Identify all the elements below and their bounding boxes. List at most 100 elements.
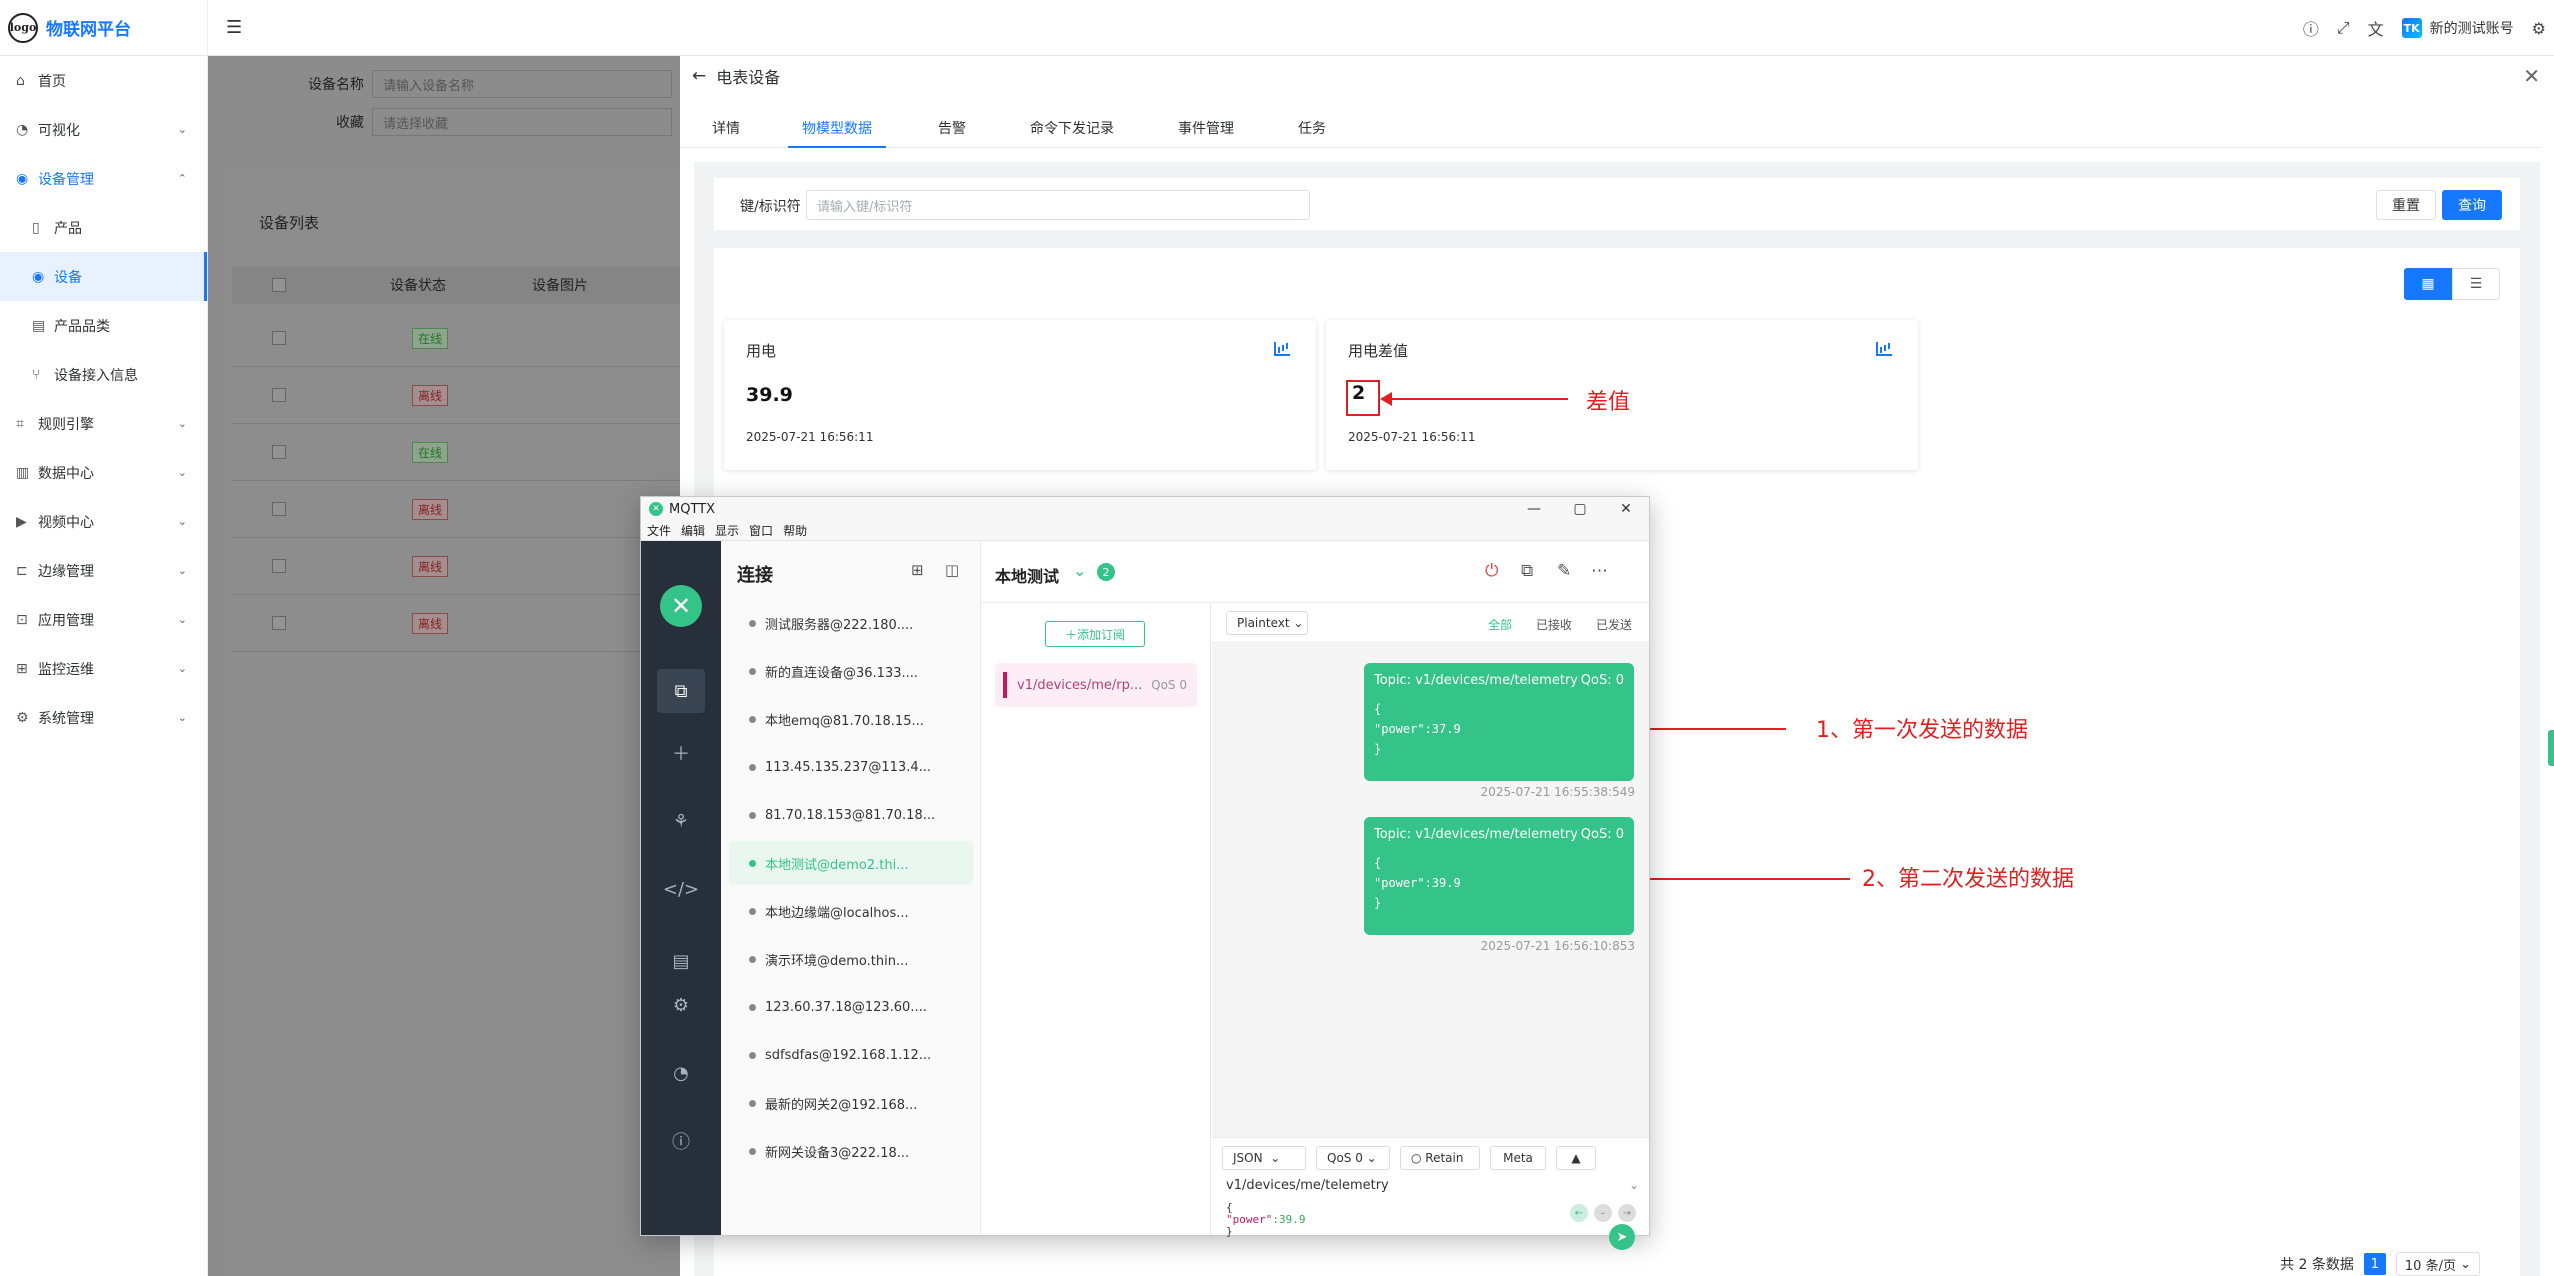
- expand-caret-icon[interactable]: ▲: [1556, 1146, 1596, 1170]
- sidebar-item-data-center[interactable]: ▥ 数据中心 ⌄: [0, 448, 207, 497]
- script-code-icon[interactable]: </>: [663, 873, 699, 905]
- list-view-icon[interactable]: ☰: [2452, 268, 2500, 300]
- device-name-input[interactable]: 请输入设备名称: [372, 70, 672, 98]
- grid-view-icon[interactable]: ▦: [2404, 268, 2452, 300]
- back-arrow-icon[interactable]: ←: [692, 66, 706, 86]
- sidebar-item-product-category[interactable]: ▤ 产品品类: [0, 301, 207, 350]
- more-icon[interactable]: ⋯: [1591, 561, 1608, 581]
- tab-thing-model-data[interactable]: 物模型数据: [788, 114, 886, 148]
- connection-item[interactable]: 本地emq@81.70.18.15...: [729, 697, 973, 741]
- table-row[interactable]: 离线: [232, 538, 682, 595]
- table-row[interactable]: 离线: [232, 367, 682, 424]
- subscription-feed-icon[interactable]: ◔: [665, 1057, 697, 1089]
- payload-format-select[interactable]: Plaintext ⌄: [1226, 611, 1308, 635]
- sidebar-item-video-center[interactable]: ▶ 视频中心 ⌄: [0, 497, 207, 546]
- menu-collapse-icon[interactable]: ☰: [226, 17, 242, 38]
- sidebar-item-device-management[interactable]: ◉ 设备管理 ⌃: [0, 154, 207, 203]
- sidebar-item-system[interactable]: ⚙ 系统管理 ⌄: [0, 693, 207, 742]
- chart-icon[interactable]: [1274, 342, 1290, 356]
- table-row[interactable]: 离线: [232, 595, 682, 652]
- meta-button[interactable]: Meta: [1490, 1146, 1546, 1170]
- connection-item[interactable]: sdfsdfas@192.168.1.12...: [729, 1033, 973, 1077]
- chart-icon[interactable]: [1876, 342, 1892, 356]
- fullscreen-icon[interactable]: ⤢: [2337, 18, 2350, 38]
- disconnect-power-icon[interactable]: ⏻: [1485, 561, 1498, 581]
- edit-icon[interactable]: ✎: [1557, 561, 1571, 581]
- sidebar-item-monitoring[interactable]: ⊞ 监控运维 ⌄: [0, 644, 207, 693]
- add-subscription-button[interactable]: ＋ 添加订阅: [1045, 621, 1145, 647]
- menu-help[interactable]: 帮助: [783, 522, 807, 539]
- translate-icon[interactable]: 文: [2368, 16, 2384, 40]
- maximize-icon[interactable]: ▢: [1557, 497, 1603, 521]
- new-connection-plus-icon[interactable]: ＋: [665, 737, 697, 769]
- right-edge-tab[interactable]: [2548, 730, 2554, 766]
- connection-item[interactable]: 本地边缘端@localhos...: [729, 889, 973, 933]
- sidebar-item-home[interactable]: ⌂ 首页: [0, 56, 207, 105]
- filter-received[interactable]: 已接收: [1536, 616, 1572, 633]
- tab-alarms[interactable]: 告警: [938, 114, 966, 148]
- sidebar-item-edge-management[interactable]: ⊏ 边缘管理 ⌄: [0, 546, 207, 595]
- connection-item[interactable]: 123.60.37.18@123.60....: [729, 985, 973, 1029]
- compose-topic-input[interactable]: v1/devices/me/telemetry: [1226, 1178, 1389, 1193]
- row-checkbox[interactable]: [272, 331, 286, 345]
- history-forward-icon[interactable]: →: [1618, 1204, 1636, 1222]
- filter-all[interactable]: 全部: [1488, 616, 1512, 633]
- connection-item[interactable]: 新的直连设备@36.133....: [729, 649, 973, 693]
- retain-toggle[interactable]: ○ Retain: [1400, 1146, 1480, 1170]
- close-window-icon[interactable]: ✕: [1603, 497, 1649, 521]
- account-menu[interactable]: TK 新的测试账号: [2401, 18, 2514, 38]
- favorite-select[interactable]: 请选择收藏: [372, 108, 672, 136]
- history-clear-icon[interactable]: –: [1594, 1204, 1612, 1222]
- row-checkbox[interactable]: [272, 388, 286, 402]
- page-size-select[interactable]: 10 条/页 ⌄: [2395, 1252, 2480, 1276]
- tab-event-management[interactable]: 事件管理: [1178, 114, 1234, 148]
- connection-item[interactable]: 测试服务器@222.180....: [729, 601, 973, 645]
- about-info-icon[interactable]: ⓘ: [665, 1125, 697, 1157]
- row-checkbox[interactable]: [272, 445, 286, 459]
- menu-file[interactable]: 文件: [647, 522, 671, 539]
- menu-view[interactable]: 显示: [715, 522, 739, 539]
- topology-icon[interactable]: ⚘: [665, 805, 697, 837]
- tab-details[interactable]: 详情: [712, 114, 740, 148]
- subscription-item[interactable]: v1/devices/me/rp... QoS 0: [995, 663, 1197, 707]
- table-row[interactable]: 在线: [232, 310, 682, 367]
- compose-qos-select[interactable]: QoS 0 ⌄: [1316, 1146, 1390, 1170]
- key-identifier-input[interactable]: 请输入键/标识符: [806, 190, 1310, 220]
- sidebar-item-device[interactable]: ◉ 设备: [0, 252, 207, 301]
- double-chevron-down-icon[interactable]: ⌄: [1073, 561, 1086, 580]
- reset-button[interactable]: 重置: [2376, 190, 2436, 220]
- connection-item[interactable]: 新网关设备3@222.18...: [729, 1129, 973, 1173]
- minimize-icon[interactable]: —: [1511, 497, 1557, 521]
- close-icon[interactable]: ✕: [2523, 64, 2540, 88]
- log-icon[interactable]: ▤: [665, 945, 697, 977]
- connection-item-active[interactable]: 本地测试@demo2.thi...: [729, 841, 973, 885]
- sidebar-item-device-access[interactable]: ⑂ 设备接入信息: [0, 350, 207, 399]
- sidebar-item-rule-engine[interactable]: ⌗ 规则引擎 ⌄: [0, 399, 207, 448]
- sent-message-bubble[interactable]: Topic: v1/devices/me/telemetry QoS: 0 { …: [1364, 817, 1634, 935]
- select-all-checkbox[interactable]: [272, 278, 286, 292]
- sidebar-item-visualization[interactable]: ◔ 可视化 ⌄: [0, 105, 207, 154]
- topic-history-chevron-icon[interactable]: ⌄: [1629, 1178, 1639, 1192]
- compose-payload-editor[interactable]: { "power":39.9 }: [1226, 1202, 1305, 1238]
- help-icon[interactable]: ⓘ: [2303, 16, 2319, 40]
- row-checkbox[interactable]: [272, 616, 286, 630]
- menu-window[interactable]: 窗口: [749, 522, 773, 539]
- sidebar-item-app-management[interactable]: ⊡ 应用管理 ⌄: [0, 595, 207, 644]
- new-folder-icon[interactable]: ⊞: [911, 561, 924, 579]
- compose-format-select[interactable]: JSON ⌄: [1222, 1146, 1306, 1170]
- table-row[interactable]: 离线: [232, 481, 682, 538]
- filter-sent[interactable]: 已发送: [1596, 616, 1632, 633]
- menu-edit[interactable]: 编辑: [681, 522, 705, 539]
- sidebar-item-product[interactable]: ▯ 产品: [0, 203, 207, 252]
- settings-gear-icon[interactable]: ⚙: [2532, 19, 2546, 38]
- table-row[interactable]: 在线: [232, 424, 682, 481]
- send-message-icon[interactable]: ➤: [1609, 1224, 1635, 1250]
- row-checkbox[interactable]: [272, 502, 286, 516]
- sent-message-bubble[interactable]: Topic: v1/devices/me/telemetry QoS: 0 { …: [1364, 663, 1634, 781]
- toggle-panel-icon[interactable]: ◫: [945, 561, 959, 579]
- page-1-button[interactable]: 1: [2363, 1253, 2386, 1275]
- history-back-icon[interactable]: ←: [1570, 1204, 1588, 1222]
- query-button[interactable]: 查询: [2442, 190, 2502, 220]
- tab-tasks[interactable]: 任务: [1298, 114, 1326, 148]
- new-window-icon[interactable]: ⧉: [1521, 561, 1533, 581]
